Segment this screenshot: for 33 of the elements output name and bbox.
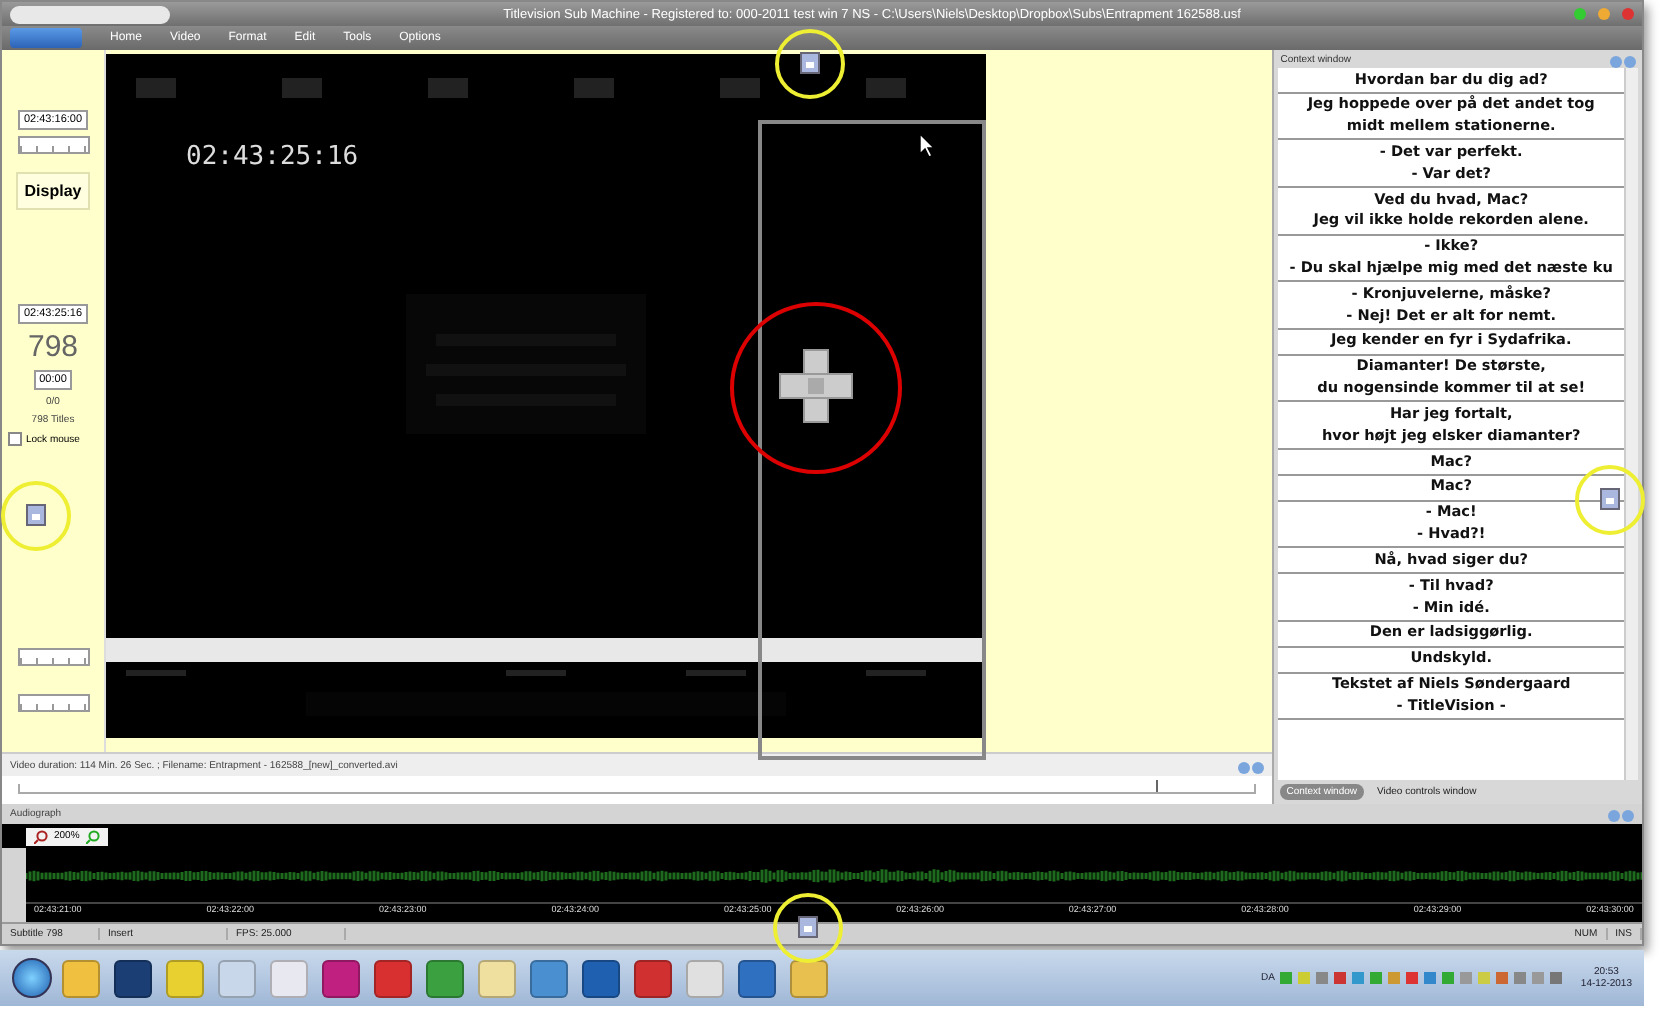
cursor-icon <box>919 132 936 158</box>
zoom-in-icon[interactable] <box>85 829 100 843</box>
panel-toggle-icon[interactable] <box>800 52 820 74</box>
taskbar-app-icon[interactable] <box>634 959 672 997</box>
video-timecode: 02:43:25:16 <box>186 142 359 172</box>
display-button[interactable]: Display <box>16 172 90 210</box>
application-menu-button[interactable] <box>10 28 82 48</box>
zoom-out-icon[interactable] <box>34 829 48 843</box>
position-slider[interactable] <box>18 784 1257 794</box>
time-ruler-field[interactable] <box>17 694 89 712</box>
lock-mouse-checkbox[interactable] <box>8 432 22 446</box>
start-button[interactable] <box>12 958 52 998</box>
taskbar-app-icon[interactable] <box>322 959 360 997</box>
subtitle-number: 798 <box>27 330 79 364</box>
highlight-ring <box>773 893 843 963</box>
taskbar-app-icon[interactable] <box>582 959 620 997</box>
taskbar-app-icon[interactable] <box>738 959 776 997</box>
highlight-ring <box>775 29 845 99</box>
taskbar-app-icon[interactable] <box>114 959 152 997</box>
taskbar-app-icon[interactable] <box>374 959 412 997</box>
quick-access-toolbar[interactable] <box>10 5 170 23</box>
time-ruler-field[interactable] <box>17 648 89 666</box>
highlight-ring <box>1575 465 1645 535</box>
scrollbar[interactable] <box>1624 68 1638 780</box>
minimize-button[interactable] <box>1574 8 1586 20</box>
panel-toggle-icon[interactable] <box>26 504 46 526</box>
panel-toggle-icon[interactable] <box>1600 488 1620 510</box>
highlight-ring <box>1 481 71 551</box>
time-ruler-field[interactable] <box>17 136 89 154</box>
maximize-button[interactable] <box>1598 8 1610 20</box>
panel-toggle-icon[interactable] <box>798 916 818 938</box>
direction-pad-icon[interactable] <box>779 349 853 423</box>
close-button[interactable] <box>1622 8 1634 20</box>
